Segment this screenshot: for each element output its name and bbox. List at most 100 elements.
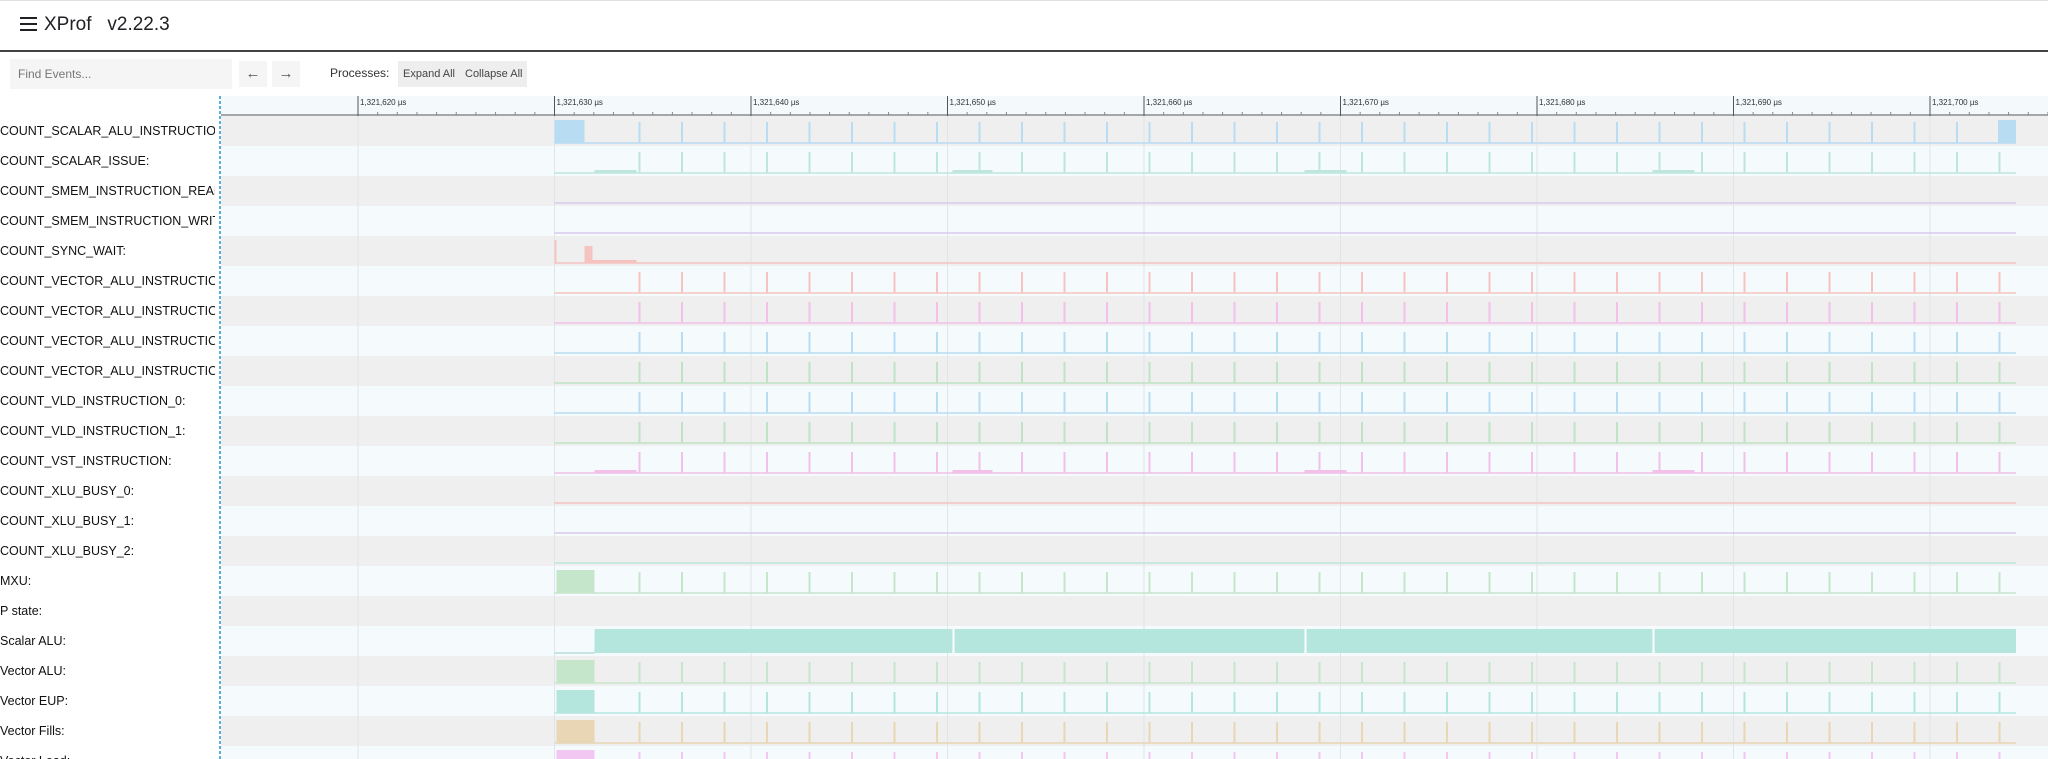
track-event-pulse xyxy=(808,332,811,353)
track-event-pulse xyxy=(1318,422,1321,443)
track-label[interactable]: COUNT_SYNC_WAIT: xyxy=(0,236,215,266)
track-event-pulse xyxy=(978,422,981,443)
track-event-pulse xyxy=(1191,362,1193,383)
track-event-pulse xyxy=(808,722,811,743)
track-event-pulse xyxy=(1361,392,1363,413)
track-event-pulse xyxy=(1446,572,1448,593)
track-event-pulse xyxy=(808,452,811,473)
track-event-pulse xyxy=(1063,152,1066,173)
track-event-pulse xyxy=(1276,722,1278,743)
track-event-pulse xyxy=(808,392,811,413)
previous-event-button[interactable]: ← xyxy=(239,61,267,87)
track-event-pulse xyxy=(1913,662,1916,683)
track-event-pulse xyxy=(1913,422,1916,443)
track-event-pulse xyxy=(978,662,981,683)
track-label[interactable]: COUNT_VECTOR_ALU_INSTRUCTION_0: xyxy=(0,266,215,296)
track-event-pulse xyxy=(893,752,896,759)
track-event-pulse xyxy=(1488,722,1491,743)
track-event-pulse xyxy=(1743,332,1746,353)
track-event-pulse xyxy=(851,662,853,683)
track-label[interactable]: COUNT_SCALAR_ISSUE: xyxy=(0,146,215,176)
track-event-pulse xyxy=(1913,362,1916,383)
track-event-pulse xyxy=(1106,422,1108,443)
track-event-pulse xyxy=(723,692,726,713)
timeline-svg[interactable]: 1,321,620 µs 1,321,630 µs 1,321,640 µs 1,32… xyxy=(221,96,2048,759)
track-label[interactable]: COUNT_XLU_BUSY_2: xyxy=(0,536,215,566)
track-label[interactable]: COUNT_VECTOR_ALU_INSTRUCTION_3: xyxy=(0,356,215,386)
expand-all-button[interactable]: Expand All xyxy=(398,61,460,87)
track-label[interactable]: COUNT_XLU_BUSY_1: xyxy=(0,506,215,536)
track-event-pulse xyxy=(1233,392,1236,413)
track-label[interactable]: COUNT_SCALAR_ALU_INSTRUCTIONS: xyxy=(0,116,215,146)
track-event-pulse xyxy=(723,122,726,143)
timeline-track-area[interactable]: 1,321,620 µs 1,321,630 µs 1,321,640 µs 1,32… xyxy=(221,96,2048,759)
track-event-pulse xyxy=(1446,332,1448,353)
track-event-pulse xyxy=(1488,152,1491,173)
track-event-pulse xyxy=(1913,392,1916,413)
track-event-pulse xyxy=(1913,692,1916,713)
track-label[interactable]: MXU: xyxy=(0,566,215,596)
track-event-pulse xyxy=(1998,272,2001,293)
track-event-pulse xyxy=(1148,392,1151,413)
track-event-pulse xyxy=(1658,752,1661,759)
track-event-plateau xyxy=(592,260,637,263)
track-event-pulse xyxy=(808,302,811,323)
track-event-pulse xyxy=(1148,302,1151,323)
collapse-all-button[interactable]: Collapse All xyxy=(460,61,528,87)
track-event-pulse xyxy=(1233,122,1236,143)
track-event-pulse xyxy=(681,392,683,413)
track-event-pulse xyxy=(893,422,896,443)
track-event-pulse xyxy=(723,302,726,323)
track-event-pulse xyxy=(1573,362,1576,383)
track-event-pulse xyxy=(1616,332,1618,353)
track-event-pulse xyxy=(1743,572,1746,593)
track-event-pulse xyxy=(1573,752,1576,759)
track-event-pulse xyxy=(1998,332,2001,353)
track-label[interactable]: COUNT_VECTOR_ALU_INSTRUCTION_1: xyxy=(0,296,215,326)
track-event-pulse xyxy=(1488,452,1491,473)
track-event-pulse xyxy=(1446,122,1448,143)
track-event-pulse xyxy=(1828,662,1831,683)
track-event-pulse xyxy=(1191,452,1193,473)
track-event-pulse xyxy=(1701,662,1703,683)
track-event-plateau xyxy=(594,470,637,473)
track-event-pulse xyxy=(766,332,768,353)
track-label[interactable]: P state: xyxy=(0,596,215,626)
track-event-pulse xyxy=(1446,452,1448,473)
track-event-pulse xyxy=(1998,692,2001,713)
track-event-pulse xyxy=(1276,272,1278,293)
track-event-pulse xyxy=(1616,572,1618,593)
track-event-pulse xyxy=(1573,692,1576,713)
track-label[interactable]: Vector ALU: xyxy=(0,656,215,686)
track-event-block xyxy=(556,750,595,759)
track-event-pulse xyxy=(936,422,938,443)
track-event-pulse xyxy=(1786,362,1788,383)
track-label[interactable]: COUNT_VECTOR_ALU_INSTRUCTION_2: xyxy=(0,326,215,356)
next-event-button[interactable]: → xyxy=(272,61,300,87)
track-event-pulse xyxy=(1106,752,1108,759)
track-event-pulse xyxy=(638,122,641,143)
find-events-input[interactable] xyxy=(10,59,232,89)
track-event-pulse xyxy=(1531,332,1533,353)
track-label[interactable]: Vector EUP: xyxy=(0,686,215,716)
track-event-plateau xyxy=(1304,470,1347,473)
track-event-pulse xyxy=(1318,392,1321,413)
track-label[interactable]: COUNT_VLD_INSTRUCTION_1: xyxy=(0,416,215,446)
track-event-pulse xyxy=(723,272,726,293)
menu-icon[interactable] xyxy=(20,17,37,31)
track-event-block xyxy=(554,120,585,143)
track-event-pulse xyxy=(1403,362,1406,383)
track-event-pulse xyxy=(1276,122,1278,143)
track-label[interactable]: COUNT_VST_INSTRUCTION: xyxy=(0,446,215,476)
track-label[interactable]: Scalar ALU: xyxy=(0,626,215,656)
track-label[interactable]: COUNT_VLD_INSTRUCTION_0: xyxy=(0,386,215,416)
track-event-pulse xyxy=(1488,122,1491,143)
track-label[interactable]: COUNT_SMEM_INSTRUCTION_WRITE: xyxy=(0,206,215,236)
track-label[interactable]: Vector Fills: xyxy=(0,716,215,746)
track-label[interactable]: COUNT_SMEM_INSTRUCTION_READ: xyxy=(0,176,215,206)
track-label[interactable]: COUNT_XLU_BUSY_0: xyxy=(0,476,215,506)
track-event-pulse xyxy=(1913,752,1916,759)
track-event-pulse xyxy=(1871,722,1873,743)
track-label[interactable]: Vector Load: xyxy=(0,746,215,759)
track-event-pulse xyxy=(978,152,981,173)
